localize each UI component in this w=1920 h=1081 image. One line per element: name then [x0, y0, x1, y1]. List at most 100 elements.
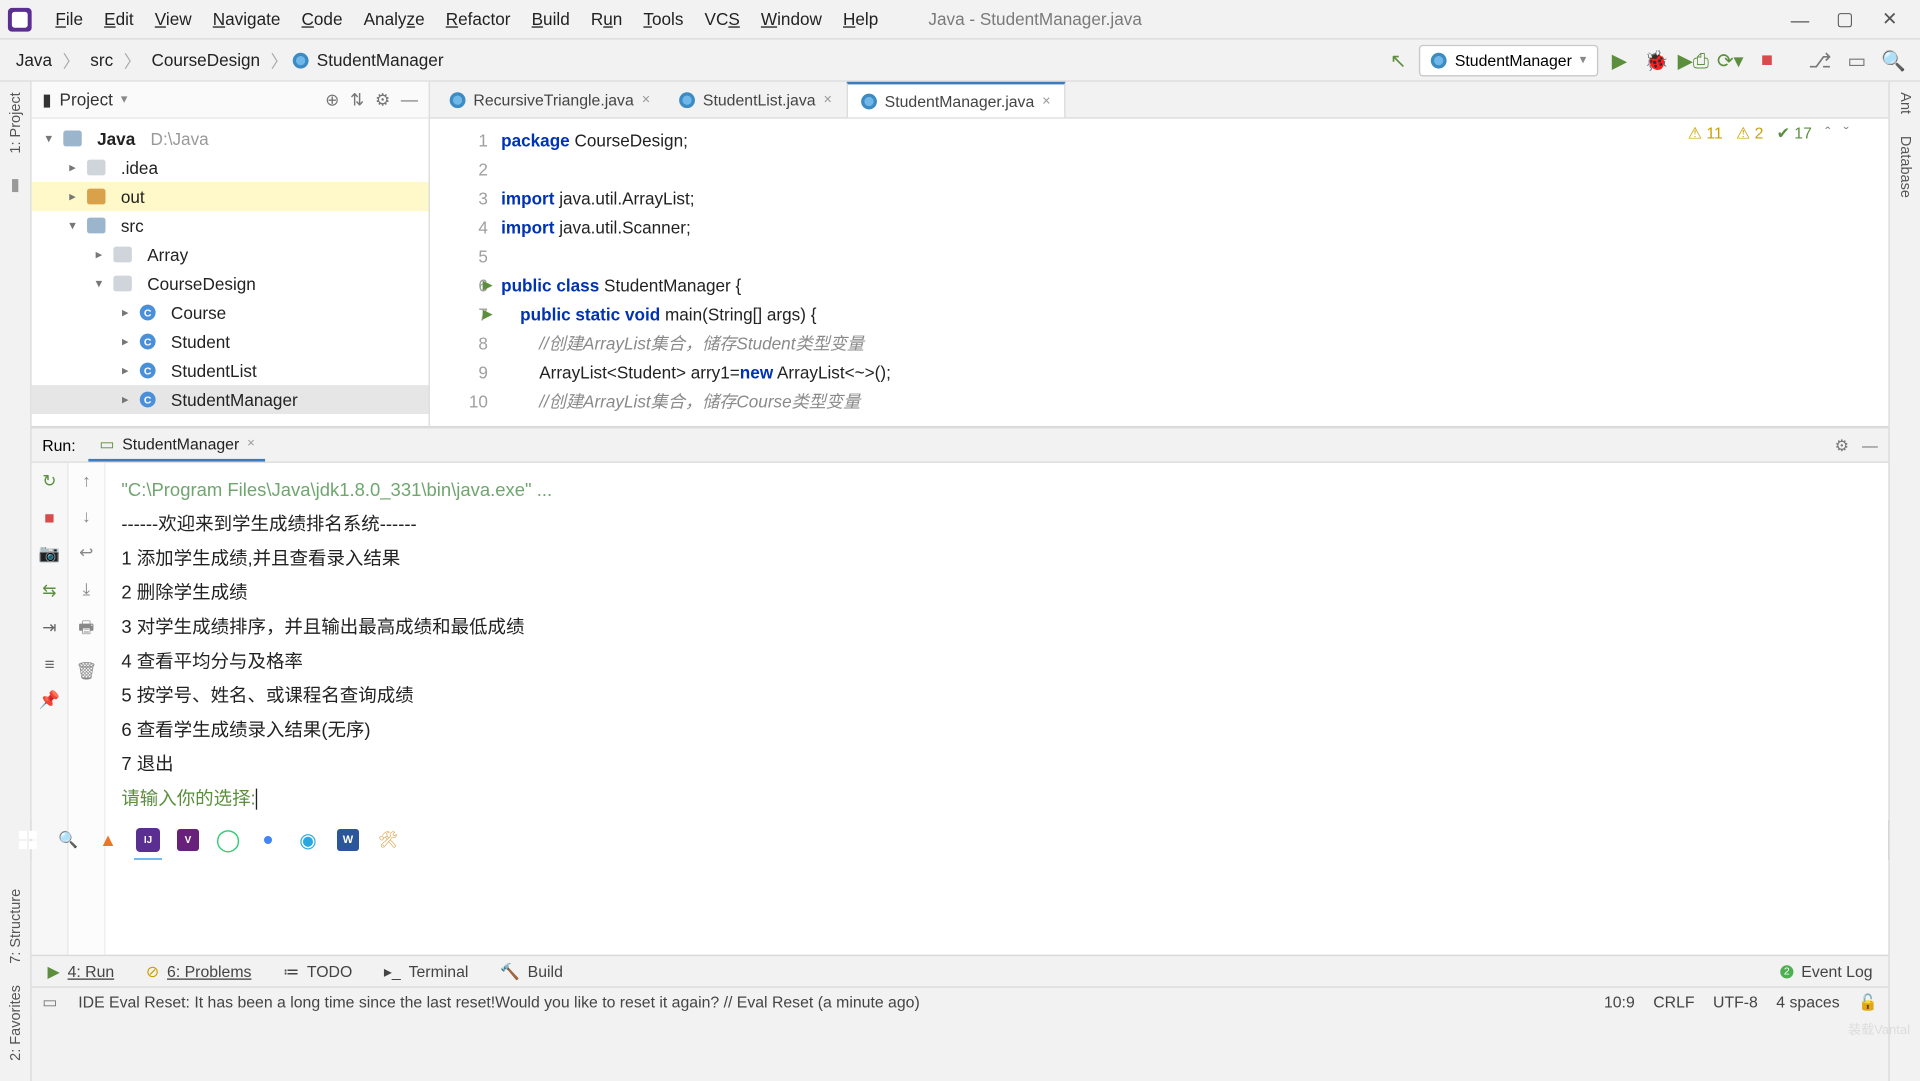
down-icon[interactable]: ↓ [82, 506, 91, 526]
run-gutter-icon[interactable]: ▶ [483, 301, 493, 330]
tree-class-student[interactable]: ▸C Student [32, 327, 429, 356]
lock-icon[interactable]: 🔓 [1858, 992, 1878, 1010]
tool-structure[interactable]: 7: Structure [7, 878, 23, 974]
word-icon[interactable]: W [328, 820, 368, 860]
hide-icon[interactable]: — [1862, 436, 1878, 454]
tool-run[interactable]: ▶4: Run [32, 962, 130, 980]
tree-src[interactable]: ▾ src [32, 211, 429, 240]
hide-icon[interactable]: — [401, 89, 418, 110]
menu-view[interactable]: View [144, 5, 202, 33]
menu-file[interactable]: File [45, 5, 94, 33]
weak-warnings-badge[interactable]: ⚠ 2 [1736, 124, 1763, 142]
tool-terminal[interactable]: ▸_Terminal [368, 962, 484, 980]
tool-eventlog[interactable]: 2Event Log [1764, 962, 1888, 980]
debug-button[interactable]: 🐞 [1640, 44, 1672, 76]
dump-icon[interactable]: 📷 [39, 543, 60, 564]
back-icon[interactable]: ↖ [1382, 44, 1414, 76]
print-icon[interactable]: 🖶 [78, 616, 94, 645]
stop-icon[interactable]: ■ [44, 508, 54, 528]
tree-out[interactable]: ▸ out [32, 182, 429, 211]
menu-help[interactable]: Help [832, 5, 888, 33]
warnings-badge[interactable]: ⚠ 11 [1688, 124, 1723, 142]
status-eol[interactable]: CRLF [1653, 992, 1694, 1010]
tree-array[interactable]: ▸ Array [32, 240, 429, 269]
crumb-root[interactable]: Java [11, 47, 58, 72]
tree-root[interactable]: ▾ Java D:\Java [32, 124, 429, 153]
tree-class-studentlist[interactable]: ▸C StudentList [32, 356, 429, 385]
visualstudio-icon[interactable]: V [168, 820, 208, 860]
tool-todo[interactable]: ≔TODO [267, 962, 368, 980]
menu-tools[interactable]: Tools [633, 5, 694, 33]
run-button[interactable]: ▶ [1604, 44, 1636, 76]
gear-icon[interactable]: ⚙ [1835, 436, 1849, 454]
close-icon[interactable]: × [1042, 93, 1050, 109]
code-editor[interactable]: 123456▶7▶8910 package CourseDesign; impo… [430, 119, 1888, 426]
edge-icon[interactable]: ◉ [288, 820, 328, 860]
search-icon[interactable]: 🔍 [48, 820, 88, 860]
typo-badge[interactable]: ✔ 17 [1777, 124, 1812, 142]
close-button[interactable]: ✕ [1867, 8, 1912, 30]
coverage-button[interactable]: ▶⎙ [1677, 44, 1709, 76]
menu-build[interactable]: Build [521, 5, 580, 33]
tool-database[interactable]: Database [1897, 125, 1913, 208]
tools-icon[interactable]: 🛠 [368, 820, 408, 860]
close-icon[interactable]: × [642, 92, 650, 108]
tool-ant[interactable]: Ant [1897, 82, 1913, 125]
intellij-icon[interactable]: IJ [128, 820, 168, 860]
menu-edit[interactable]: Edit [94, 5, 145, 33]
tool-project[interactable]: 1: Project [7, 82, 23, 164]
crumb-class[interactable]: StudentManager [312, 47, 449, 72]
more-icon[interactable]: ≡ [44, 654, 54, 674]
tab-recursivetriangle[interactable]: RecursiveTriangle.java× [435, 82, 665, 118]
profile-button[interactable]: ⟳▾ [1714, 44, 1746, 76]
chrome-icon[interactable] [248, 820, 288, 860]
tool-build[interactable]: 🔨Build [484, 962, 578, 980]
maximize-button[interactable]: ▢ [1822, 8, 1867, 30]
minimize-button[interactable]: — [1778, 9, 1823, 30]
inspection-badges[interactable]: ⚠ 11 ⚠ 2 ✔ 17 ˆˇ [1688, 124, 1849, 142]
tool-favorites[interactable]: 2: Favorites [7, 974, 23, 1071]
project-structure-button[interactable]: ▭ [1841, 44, 1873, 76]
status-indent[interactable]: 4 spaces [1776, 992, 1839, 1010]
menu-refactor[interactable]: Refactor [435, 5, 521, 33]
scroll-icon[interactable]: ⤓ [83, 579, 91, 600]
target-icon[interactable]: ⊕ [325, 89, 339, 110]
wrap-icon[interactable]: ↩ [79, 542, 93, 563]
pin-icon[interactable]: 📌 [39, 690, 60, 711]
tab-studentlist[interactable]: StudentList.java× [665, 82, 847, 118]
matlab-icon[interactable]: ▲ [88, 820, 128, 860]
status-encoding[interactable]: UTF-8 [1713, 992, 1758, 1010]
tool-problems[interactable]: ⊘6: Problems [130, 962, 267, 980]
search-everywhere-button[interactable]: 🔍 [1878, 44, 1910, 76]
chevron-down-icon[interactable]: ▾ [121, 92, 128, 107]
gear-icon[interactable]: ⚙ [375, 89, 390, 110]
crumb-src[interactable]: src [85, 47, 118, 72]
loading-icon[interactable]: ◯ [208, 820, 248, 860]
run-tab[interactable]: ▭StudentManager× [89, 429, 266, 462]
git-button[interactable]: ⎇ [1804, 44, 1836, 76]
close-icon[interactable]: × [823, 92, 831, 108]
run-gutter-icon[interactable]: ▶ [483, 272, 493, 301]
tree-idea[interactable]: ▸ .idea [32, 153, 429, 182]
menu-navigate[interactable]: Navigate [202, 5, 291, 33]
crumb-pkg[interactable]: CourseDesign [146, 47, 265, 72]
expand-icon[interactable]: ⇅ [350, 89, 364, 110]
menu-code[interactable]: Code [291, 5, 353, 33]
trash-icon[interactable]: 🗑 [75, 661, 97, 682]
menu-window[interactable]: Window [750, 5, 832, 33]
start-button[interactable] [8, 820, 48, 860]
tab-studentmanager[interactable]: StudentManager.java× [846, 82, 1065, 118]
up-icon[interactable]: ↑ [82, 471, 91, 491]
tree-class-course[interactable]: ▸C Course [32, 298, 429, 327]
menu-run[interactable]: Run [580, 5, 633, 33]
tree-class-studentmanager[interactable]: ▸C StudentManager [32, 385, 429, 414]
run-config-selector[interactable]: StudentManager ▾ [1419, 44, 1598, 76]
exit-icon[interactable]: ⇥ [42, 617, 56, 638]
code-content[interactable]: package CourseDesign; import java.util.A… [501, 119, 1888, 426]
menu-analyze[interactable]: Analyze [353, 5, 435, 33]
close-icon[interactable]: × [247, 436, 255, 451]
status-position[interactable]: 10:9 [1604, 992, 1635, 1010]
console-output[interactable]: "C:\Program Files\Java\jdk1.8.0_331\bin\… [105, 463, 1888, 955]
tree-coursedesign[interactable]: ▾ CourseDesign [32, 269, 429, 298]
rerun-icon[interactable]: ↻ [42, 471, 56, 492]
